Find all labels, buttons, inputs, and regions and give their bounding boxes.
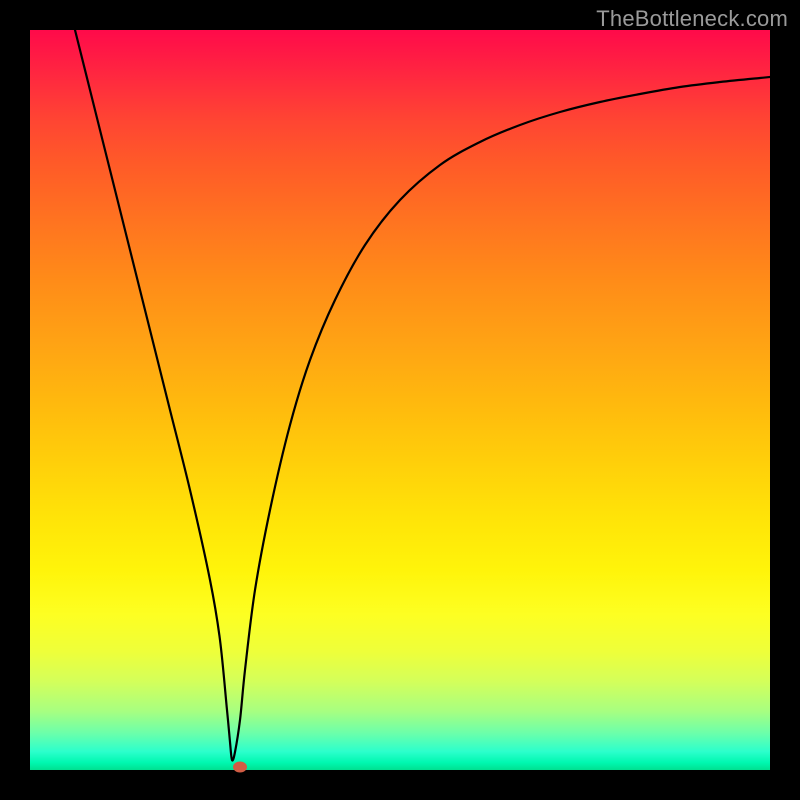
watermark-text: TheBottleneck.com [596, 6, 788, 32]
plot-area [30, 30, 770, 770]
minimum-marker [233, 762, 247, 773]
curve-svg [30, 30, 770, 770]
chart-frame: TheBottleneck.com [0, 0, 800, 800]
bottleneck-curve [75, 30, 770, 760]
